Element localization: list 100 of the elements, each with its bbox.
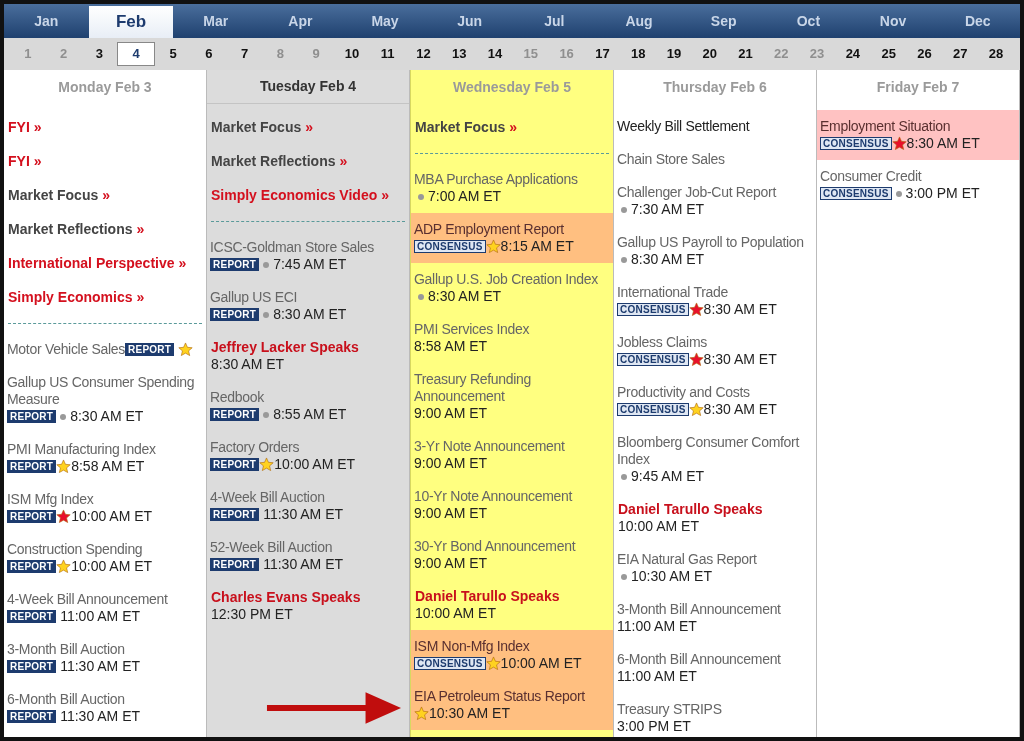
day-number[interactable]: 17 (584, 42, 621, 66)
day-number[interactable]: 10 (334, 42, 370, 66)
event-title[interactable]: ADP Employment Report (414, 221, 610, 238)
day-number[interactable]: 25 (870, 42, 907, 66)
speaker-event-title[interactable]: Charles Evans Speaks (211, 589, 405, 606)
month-tab[interactable]: Oct (766, 4, 851, 38)
event-title[interactable]: International Trade (617, 284, 813, 301)
event-title[interactable]: Jobless Claims (617, 334, 813, 351)
consensus-badge[interactable]: CONSENSUS (414, 240, 486, 253)
report-badge[interactable]: REPORT (7, 710, 57, 723)
feature-link[interactable]: Market Focus » (211, 116, 313, 138)
day-number[interactable]: 4 (117, 42, 156, 66)
event-title[interactable]: Construction Spending (7, 541, 203, 558)
report-badge[interactable]: REPORT (7, 410, 57, 423)
day-number[interactable]: 26 (906, 42, 943, 66)
event-title[interactable]: EIA Natural Gas Report (617, 551, 813, 568)
report-badge[interactable]: REPORT (210, 308, 260, 321)
month-tab[interactable]: Dec (935, 4, 1021, 38)
event-title[interactable]: ICSC-Goldman Store Sales (210, 239, 406, 256)
day-number[interactable]: 27 (942, 42, 979, 66)
event-title[interactable]: 6-Month Bill Announcement (617, 651, 813, 668)
month-tab[interactable]: Sep (681, 4, 767, 38)
event-title[interactable]: 6-Month Bill Auction (7, 691, 203, 708)
event-title[interactable]: Gallup US ECI (210, 289, 406, 306)
month-tab[interactable]: May (342, 4, 428, 38)
event-title[interactable]: 52-Week Bill Auction (210, 539, 406, 556)
day-number[interactable]: 18 (620, 42, 657, 66)
event-title[interactable]: 4-Week Bill Auction (210, 489, 406, 506)
day-number[interactable]: 14 (477, 42, 513, 66)
feature-link[interactable]: Market Reflections » (211, 150, 348, 172)
event-title[interactable]: PMI Services Index (414, 321, 610, 338)
day-number[interactable]: 5 (155, 42, 191, 66)
consensus-badge[interactable]: CONSENSUS (617, 303, 689, 316)
feature-link[interactable]: FYI » (8, 116, 42, 138)
event-title[interactable]: Gallup US Consumer Spending Measure (7, 374, 203, 408)
feature-link[interactable]: International Perspective » (8, 252, 187, 274)
day-number[interactable]: 3 (81, 42, 118, 66)
event-title[interactable]: Challenger Job-Cut Report (617, 184, 813, 201)
month-tab[interactable]: Jul (512, 4, 597, 38)
report-badge[interactable]: REPORT (7, 460, 57, 473)
event-title[interactable]: 3-Month Bill Announcement (617, 601, 813, 618)
report-badge[interactable]: REPORT (7, 560, 57, 573)
day-number[interactable]: 24 (834, 42, 871, 66)
speaker-event-title[interactable]: Daniel Tarullo Speaks (415, 588, 609, 605)
consensus-badge[interactable]: CONSENSUS (820, 187, 892, 200)
report-badge[interactable]: REPORT (210, 558, 260, 571)
consensus-badge[interactable]: CONSENSUS (617, 403, 689, 416)
month-tab[interactable]: Apr (258, 4, 343, 38)
event-title[interactable]: 3-Yr Note Announcement (414, 438, 610, 455)
month-tab[interactable]: Aug (596, 4, 682, 38)
event-title[interactable]: MBA Purchase Applications (414, 171, 610, 188)
event-title[interactable]: Factory Orders (210, 439, 406, 456)
day-number[interactable]: 12 (405, 42, 442, 66)
event-title[interactable]: Bloomberg Consumer Comfort Index (617, 434, 813, 468)
month-tab[interactable]: Mar (173, 4, 258, 38)
event-title[interactable]: Consumer Credit (820, 168, 1016, 185)
consensus-badge[interactable]: CONSENSUS (414, 657, 486, 670)
report-badge[interactable]: REPORT (125, 343, 175, 356)
feature-link[interactable]: Market Focus » (8, 184, 110, 206)
day-number[interactable]: 20 (691, 42, 728, 66)
report-badge[interactable]: REPORT (7, 660, 57, 673)
month-tab[interactable]: Jun (427, 4, 513, 38)
event-title[interactable]: 3-Month Bill Auction (7, 641, 203, 658)
event-title[interactable]: Weekly Bill Settlement (617, 118, 813, 135)
month-tab[interactable]: Feb (88, 6, 174, 38)
day-number[interactable]: 11 (369, 42, 406, 66)
event-title[interactable]: EIA Petroleum Status Report (414, 688, 610, 705)
month-tab[interactable]: Jan (4, 4, 89, 38)
event-title[interactable]: 10-Yr Note Announcement (414, 488, 610, 505)
report-badge[interactable]: REPORT (210, 458, 260, 471)
report-badge[interactable]: REPORT (7, 510, 57, 523)
event-title[interactable]: Redbook (210, 389, 406, 406)
consensus-badge[interactable]: CONSENSUS (820, 137, 892, 150)
event-title[interactable]: PMI Manufacturing Index (7, 441, 203, 458)
event-title[interactable]: Gallup US Payroll to Population (617, 234, 813, 251)
report-badge[interactable]: REPORT (7, 610, 57, 623)
feature-link[interactable]: Market Focus » (415, 116, 517, 138)
report-badge[interactable]: REPORT (210, 258, 260, 271)
event-title[interactable]: Chain Store Sales (617, 151, 813, 168)
event-title[interactable]: Gallup U.S. Job Creation Index (414, 271, 610, 288)
event-title[interactable]: Productivity and Costs (617, 384, 813, 401)
speaker-event-title[interactable]: Daniel Tarullo Speaks (618, 501, 812, 518)
feature-link[interactable]: Simply Economics » (8, 286, 145, 308)
event-title[interactable]: Motor Vehicle Sales (7, 341, 126, 358)
event-title[interactable]: ISM Mfg Index (7, 491, 203, 508)
feature-link[interactable]: Market Reflections » (8, 218, 145, 240)
event-title[interactable]: Treasury STRIPS (617, 701, 813, 718)
consensus-badge[interactable]: CONSENSUS (617, 353, 689, 366)
event-title[interactable]: 30-Yr Bond Announcement (414, 538, 610, 555)
speaker-event-title[interactable]: Jeffrey Lacker Speaks (211, 339, 405, 356)
feature-link[interactable]: FYI » (8, 150, 42, 172)
day-number[interactable]: 19 (656, 42, 692, 66)
feature-link[interactable]: Simply Economics Video » (211, 184, 389, 206)
event-title[interactable]: 4-Week Bill Announcement (7, 591, 203, 608)
day-number[interactable]: 21 (727, 42, 764, 66)
event-title[interactable]: ISM Non-Mfg Index (414, 638, 610, 655)
day-number[interactable]: 6 (190, 42, 227, 66)
event-title[interactable]: Treasury Refunding Announcement (414, 371, 610, 405)
month-tab[interactable]: Nov (850, 4, 936, 38)
report-badge[interactable]: REPORT (210, 408, 260, 421)
